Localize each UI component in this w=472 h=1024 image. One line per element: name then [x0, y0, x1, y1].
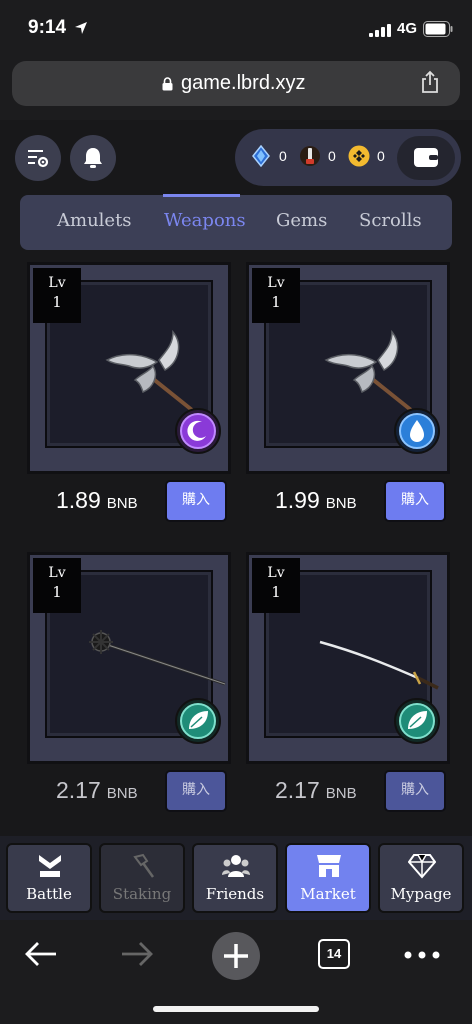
item-price: 1.89 BNB	[56, 487, 138, 514]
signal-bars-icon	[369, 24, 391, 37]
buy-button[interactable]: 購入	[165, 770, 227, 812]
hammer-icon	[133, 853, 155, 878]
green-wind-element-icon	[175, 698, 221, 744]
level-label: Lv	[267, 565, 285, 581]
diamond-icon	[408, 854, 436, 879]
filter-settings-button[interactable]	[15, 135, 61, 181]
active-tab-indicator	[163, 194, 240, 197]
price-value: 2.17	[56, 777, 101, 803]
price-unit: BNB	[325, 785, 357, 802]
bell-icon	[84, 148, 102, 168]
level-value: 1	[271, 583, 281, 601]
purple-moon-element-icon	[175, 408, 221, 454]
lock-icon	[162, 77, 173, 91]
price-unit: BNB	[325, 495, 357, 512]
price-value: 1.89	[56, 487, 101, 513]
level-badge: Lv 1	[33, 558, 81, 613]
tab-amulets[interactable]: Amulets	[57, 210, 132, 231]
item-card[interactable]: Lv 1	[246, 262, 450, 474]
battle-icon	[39, 855, 61, 877]
green-wind-element-icon	[394, 698, 440, 744]
price-unit: BNB	[106, 495, 138, 512]
tab-scrolls[interactable]: Scrolls	[359, 210, 422, 231]
price-value: 2.17	[275, 777, 320, 803]
tabs-button[interactable]: 14	[318, 939, 350, 969]
forward-arrow-icon	[122, 942, 153, 966]
item-price: 1.99 BNB	[275, 487, 357, 514]
buy-button[interactable]: 購入	[384, 480, 446, 522]
notification-button[interactable]	[70, 135, 116, 181]
price-value: 1.99	[275, 487, 320, 513]
item-card[interactable]: Lv 1	[27, 262, 231, 474]
friends-icon	[222, 855, 250, 877]
item-card[interactable]: Lv 1	[246, 552, 450, 764]
level-badge: Lv 1	[252, 558, 300, 613]
level-label: Lv	[48, 275, 66, 291]
nav-battle[interactable]: Battle	[6, 843, 92, 913]
bnb-count: 0	[377, 148, 385, 164]
level-value: 1	[52, 293, 62, 311]
level-label: Lv	[48, 565, 66, 581]
battery-icon	[423, 21, 453, 37]
crystal-count: 0	[279, 148, 287, 164]
level-label: Lv	[267, 275, 285, 291]
nav-label: Battle	[26, 885, 72, 903]
buy-button[interactable]: 購入	[165, 480, 227, 522]
network-type: 4G	[397, 20, 418, 37]
status-time: 9:14	[28, 17, 67, 38]
nav-friends[interactable]: Friends	[192, 843, 278, 913]
tab-gems[interactable]: Gems	[276, 210, 327, 231]
bnb-coin-icon	[348, 145, 370, 167]
item-price: 2.17 BNB	[56, 777, 138, 804]
nav-label: Friends	[205, 885, 265, 903]
nav-staking: Staking	[99, 843, 185, 913]
new-tab-button[interactable]	[212, 932, 260, 980]
price-unit: BNB	[106, 785, 138, 802]
nav-label: Staking	[112, 885, 172, 903]
buy-button[interactable]: 購入	[384, 770, 446, 812]
level-badge: Lv 1	[33, 268, 81, 323]
back-arrow-icon[interactable]	[24, 940, 58, 968]
tab-weapons[interactable]: Weapons	[164, 210, 246, 231]
potion-icon	[300, 146, 320, 166]
home-indicator	[153, 1006, 319, 1012]
blue-water-element-icon	[394, 408, 440, 454]
item-card[interactable]: Lv 1	[27, 552, 231, 764]
nav-market[interactable]: Market	[285, 843, 371, 913]
potion-count: 0	[328, 148, 336, 164]
nav-label: Market	[300, 885, 356, 903]
wallet-button[interactable]	[397, 136, 455, 180]
plus-icon	[224, 944, 248, 968]
blue-crystal-icon	[252, 145, 270, 167]
shop-icon	[317, 855, 341, 877]
level-value: 1	[52, 583, 62, 601]
location-arrow-icon	[75, 22, 87, 34]
url-text: game.lbrd.xyz	[181, 72, 306, 94]
level-badge: Lv 1	[252, 268, 300, 323]
more-icon[interactable]	[404, 951, 440, 959]
nav-label: Mypage	[390, 885, 452, 903]
filter-settings-icon	[28, 150, 49, 168]
level-value: 1	[271, 293, 281, 311]
wallet-icon	[414, 148, 438, 167]
item-price: 2.17 BNB	[275, 777, 357, 804]
nav-mypage[interactable]: Mypage	[378, 843, 464, 913]
share-icon[interactable]	[420, 70, 440, 94]
